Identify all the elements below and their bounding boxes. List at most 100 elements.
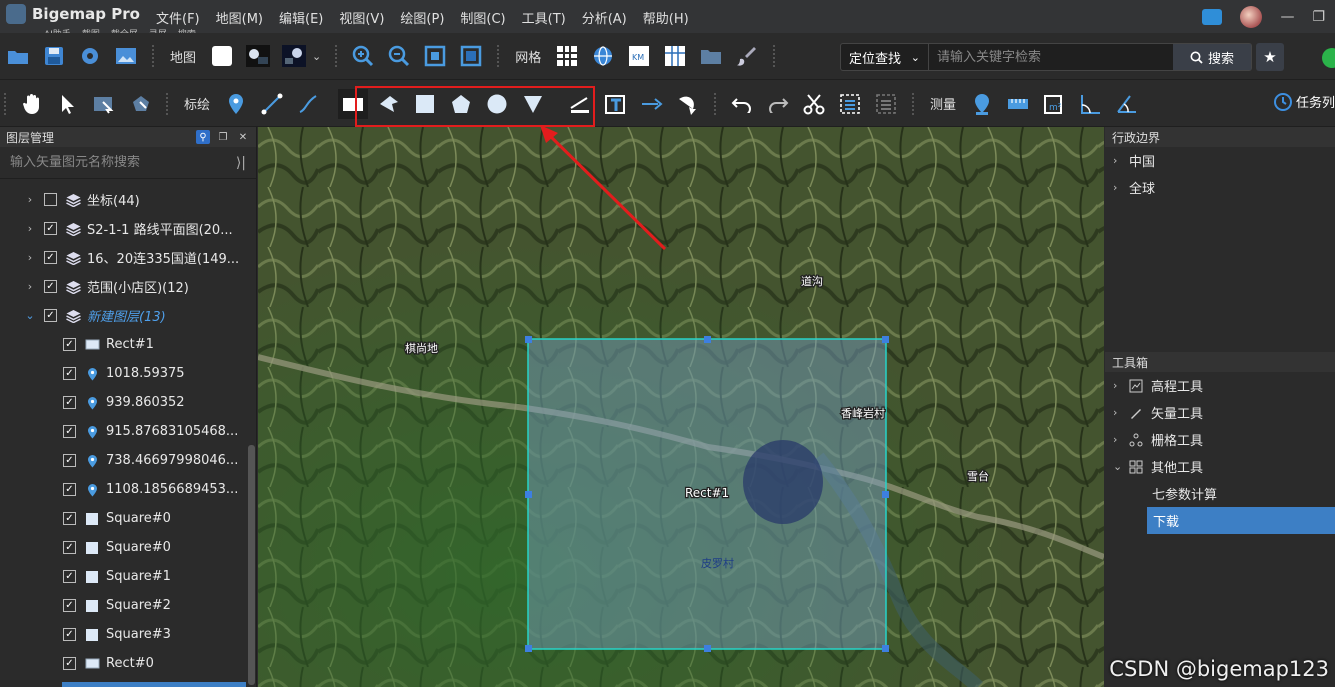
layer-row[interactable]: › S2-1-1 路线平面图(20...	[0, 214, 257, 243]
satellite-map-icon[interactable]	[243, 41, 273, 71]
status-green-icon[interactable]	[1322, 48, 1335, 68]
open-folder-icon[interactable]	[3, 41, 33, 71]
close-icon[interactable]: ✕	[236, 130, 250, 144]
chevron-right-icon[interactable]: ›	[22, 193, 38, 206]
menu-draw[interactable]: 绘图(P)	[392, 6, 452, 29]
boundary-item-china[interactable]: › 中国	[1105, 147, 1335, 174]
fit-view-icon[interactable]	[456, 41, 486, 71]
feature-row[interactable]: Square#1	[0, 562, 257, 591]
layer-row[interactable]: › 16、20连335国道(149...	[0, 243, 257, 272]
feature-checkbox[interactable]	[63, 570, 76, 583]
toolbox-item-other[interactable]: ⌄ 其他工具	[1105, 453, 1335, 480]
select-shape-icon[interactable]	[125, 89, 155, 119]
save-icon[interactable]	[39, 41, 69, 71]
feature-checkbox[interactable]	[63, 425, 76, 438]
search-icon[interactable]: ⚲	[196, 130, 210, 144]
measure-distance-icon[interactable]	[1003, 89, 1033, 119]
boundary-item-global[interactable]: › 全球	[1105, 174, 1335, 201]
feature-checkbox[interactable]	[63, 483, 76, 496]
layer-row[interactable]: › 范围(小店区)(12)	[0, 272, 257, 301]
feature-checkbox[interactable]	[63, 454, 76, 467]
search-button[interactable]: 搜索	[1173, 44, 1251, 70]
brush-icon[interactable]	[732, 41, 762, 71]
select-region-icon[interactable]	[89, 89, 119, 119]
layer-checkbox[interactable]	[44, 251, 57, 264]
feature-checkbox[interactable]	[63, 628, 76, 641]
chevron-right-icon[interactable]: ›	[22, 280, 38, 293]
tool-seven-param[interactable]: 七参数计算	[1105, 480, 1335, 507]
feature-row[interactable]: Square#0	[0, 504, 257, 533]
feature-checkbox[interactable]	[63, 396, 76, 409]
grid-icon[interactable]	[552, 41, 582, 71]
chevron-down-icon[interactable]: ⌄	[22, 309, 38, 322]
layer-search-input[interactable]	[10, 155, 236, 170]
menu-tools[interactable]: 工具(T)	[514, 6, 574, 29]
layer-checkbox[interactable]	[44, 193, 57, 206]
favorite-star-icon[interactable]: ★	[1256, 43, 1284, 71]
zoom-out-icon[interactable]	[384, 41, 414, 71]
avatar[interactable]	[1240, 5, 1263, 28]
feature-row[interactable]: Square#3	[0, 620, 257, 649]
restore-button[interactable]: ❐	[1312, 9, 1325, 25]
pan-hand-icon[interactable]	[17, 89, 47, 119]
feature-row[interactable]: 939.860352	[0, 388, 257, 417]
marker-pin-icon[interactable]	[221, 89, 251, 119]
settings-gear-icon[interactable]	[75, 41, 105, 71]
arrow-draw-icon[interactable]	[637, 89, 667, 119]
layer-checkbox[interactable]	[44, 280, 57, 293]
layer-scrollbar[interactable]	[248, 445, 255, 685]
feature-row[interactable]: 1018.59375	[0, 359, 257, 388]
night-map-icon[interactable]	[279, 41, 309, 71]
menu-map[interactable]: 地图(M)	[208, 6, 271, 29]
menu-help[interactable]: 帮助(H)	[635, 6, 697, 29]
layer-checkbox[interactable]	[44, 309, 57, 322]
attribute-table-icon[interactable]	[835, 89, 865, 119]
feature-row[interactable]: Square#0	[0, 533, 257, 562]
zoom-in-icon[interactable]	[348, 41, 378, 71]
freehand-line-icon[interactable]	[293, 89, 323, 119]
collapse-icon[interactable]: ⟩|	[236, 155, 246, 171]
toolbox-item-vector[interactable]: › 矢量工具	[1105, 399, 1335, 426]
utm-globe-icon[interactable]	[588, 41, 618, 71]
feature-row[interactable]: 738.46697998046...	[0, 446, 257, 475]
menu-file[interactable]: 文件(F)	[148, 6, 208, 29]
feature-row[interactable]: Rect#0	[0, 649, 257, 678]
layer-row[interactable]: › 坐标(44)	[0, 185, 257, 214]
chevron-right-icon[interactable]: ›	[22, 251, 38, 264]
tool-download[interactable]: 下载	[1147, 507, 1335, 534]
layer-row[interactable]: ⌄ 新建图层(13)	[0, 301, 257, 330]
feature-checkbox[interactable]	[63, 541, 76, 554]
chevron-right-icon[interactable]: ›	[22, 222, 38, 235]
chat-icon[interactable]	[1202, 8, 1223, 25]
map-sheet-grid-icon[interactable]	[660, 41, 690, 71]
feature-row[interactable]: 915.87683105468...	[0, 417, 257, 446]
measure-point-icon[interactable]	[967, 89, 997, 119]
feature-checkbox[interactable]	[63, 657, 76, 670]
full-extent-icon[interactable]	[420, 41, 450, 71]
cut-scissors-icon[interactable]	[799, 89, 829, 119]
curved-arrow-icon[interactable]	[673, 89, 703, 119]
task-list-button[interactable]: 任务列	[1273, 92, 1335, 111]
polyline-icon[interactable]	[257, 89, 287, 119]
blank-map-icon[interactable]	[207, 41, 237, 71]
float-window-icon[interactable]: ❐	[216, 130, 230, 144]
folder-icon[interactable]	[696, 41, 726, 71]
undo-icon[interactable]	[727, 89, 757, 119]
feature-row[interactable]: 1108.1856689453...	[0, 475, 257, 504]
feature-row[interactable]: Rect#1	[0, 330, 257, 359]
redo-icon[interactable]	[763, 89, 793, 119]
feature-checkbox[interactable]	[63, 512, 76, 525]
measure-azimuth-icon[interactable]	[1111, 89, 1141, 119]
minimize-button[interactable]: —	[1280, 9, 1294, 25]
map-view[interactable]: 道沟 棋尚地 香峰岩村 雪台 Rect#1 皮罗村	[258, 127, 1104, 687]
list-table-icon[interactable]	[871, 89, 901, 119]
menu-view[interactable]: 视图(V)	[331, 6, 392, 29]
text-box-icon[interactable]	[601, 89, 631, 119]
measure-angle-icon[interactable]	[1075, 89, 1105, 119]
km-grid-icon[interactable]: KM	[624, 41, 654, 71]
feature-row[interactable]: Square#2	[0, 591, 257, 620]
toolbox-item-elevation[interactable]: › 高程工具	[1105, 372, 1335, 399]
feature-checkbox[interactable]	[63, 338, 76, 351]
feature-checkbox[interactable]	[63, 599, 76, 612]
search-input[interactable]	[929, 44, 1173, 70]
